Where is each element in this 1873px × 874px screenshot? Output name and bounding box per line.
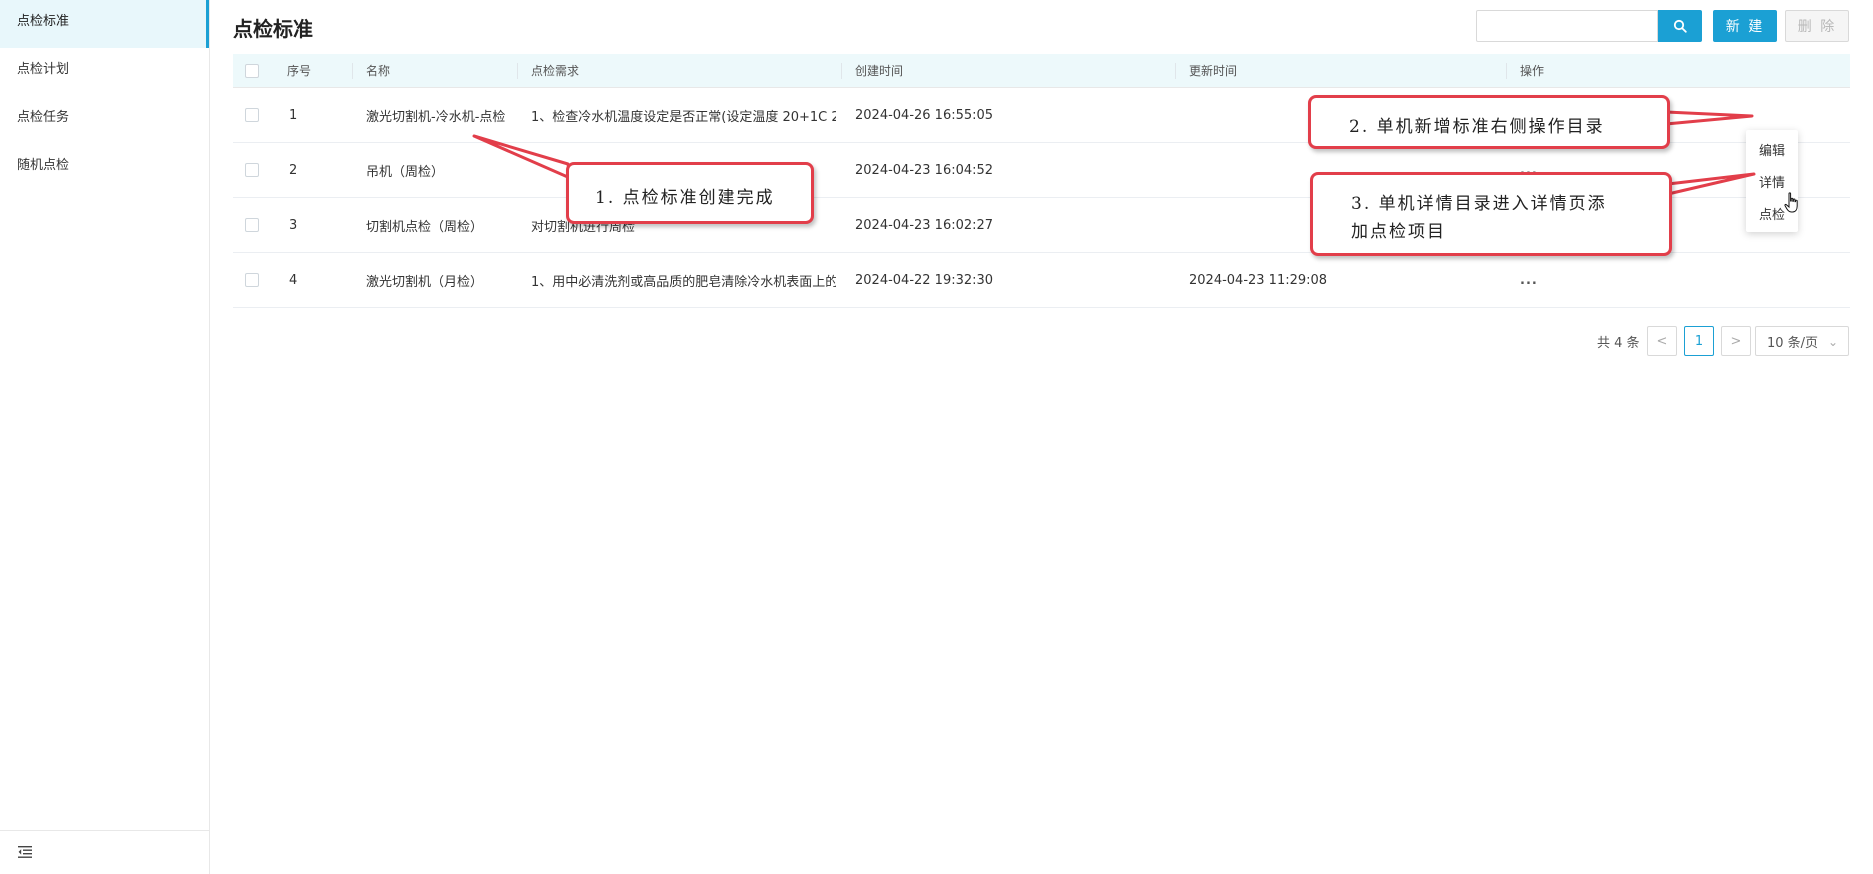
col-updated: 更新时间	[1189, 64, 1238, 78]
page-title: 点检标准	[233, 17, 313, 41]
col-created: 创建时间	[855, 64, 904, 78]
sidebar-item-inspection-standard[interactable]: 点检标准	[0, 0, 209, 48]
col-requirement: 点检需求	[531, 64, 580, 78]
row-checkbox[interactable]	[245, 163, 259, 177]
hand-cursor-icon	[1784, 192, 1798, 213]
callout-3-text-line1: 3. 单机详情目录进入详情页添	[1351, 194, 1607, 214]
row-created: 2024-04-23 16:02:27	[855, 217, 994, 233]
annotation-callout-1: 1. 点检标准创建完成	[566, 162, 814, 224]
row-index: 1	[289, 107, 298, 123]
menu-collapse-icon[interactable]	[18, 845, 32, 859]
row-checkbox[interactable]	[245, 218, 259, 232]
callout-2-text: 2. 单机新增标准右侧操作目录	[1349, 117, 1605, 137]
row-name: 切割机点检（周检）	[366, 219, 484, 235]
col-index: 序号	[287, 64, 312, 78]
app-window: 点检标准 点检计划 点检任务 随机点检 点检标准 新 建 删 除 序号 名称 点…	[0, 0, 1873, 874]
sidebar: 点检标准 点检计划 点检任务 随机点检	[0, 0, 210, 874]
column-divider	[1175, 63, 1176, 79]
sidebar-footer	[0, 830, 209, 874]
row-actions-dropdown: 编辑 详情 点检	[1746, 130, 1798, 232]
select-all-cell	[245, 54, 259, 87]
menu-item-edit[interactable]: 编辑	[1746, 133, 1798, 165]
row-name: 激光切割机-冷水机-点检	[366, 109, 506, 125]
callout-1-text: 1. 点检标准创建完成	[595, 188, 775, 208]
table-row: 4 激光切割机（月检） 1、用中必清洗剂或高品质的肥皂清除冷水机表面上的污...…	[233, 253, 1850, 308]
row-updated: 2024-04-23 11:29:08	[1189, 272, 1328, 288]
row-index: 2	[289, 162, 298, 178]
row-requirement: 1、检查冷水机温度设定是否正常(设定温度 20+1C 2、检...	[531, 109, 836, 125]
column-divider	[1506, 63, 1507, 79]
row-index: 3	[289, 217, 298, 233]
prev-page-button[interactable]: <	[1647, 326, 1677, 356]
chevron-down-icon: ⌄	[1827, 335, 1838, 349]
sidebar-item-inspection-plan[interactable]: 点检计划	[0, 48, 209, 96]
annotation-callout-2: 2. 单机新增标准右侧操作目录	[1308, 95, 1670, 149]
row-index: 4	[289, 272, 298, 288]
search-input[interactable]	[1476, 10, 1658, 42]
col-name: 名称	[366, 64, 391, 78]
page-size-label: 10 条/页	[1767, 335, 1819, 351]
search-button[interactable]	[1658, 10, 1702, 42]
page-size-select[interactable]: 10 条/页 ⌄	[1755, 326, 1849, 356]
pagination-total: 共 4 条	[1597, 336, 1640, 351]
row-actions-menu[interactable]: ...	[1520, 253, 1538, 307]
callout-3-text-line2: 加点检项目	[1351, 222, 1446, 242]
search-icon	[1673, 19, 1687, 33]
row-name: 吊机（周检）	[366, 164, 445, 180]
row-requirement: 1、用中必清洗剂或高品质的肥皂清除冷水机表面上的污...	[531, 274, 836, 290]
annotation-callout-3: 3. 单机详情目录进入详情页添 加点检项目	[1310, 172, 1672, 256]
row-checkbox[interactable]	[245, 273, 259, 287]
sidebar-item-inspection-task[interactable]: 点检任务	[0, 96, 209, 144]
column-divider	[517, 63, 518, 79]
row-name: 激光切割机（月检）	[366, 274, 484, 290]
new-button[interactable]: 新 建	[1713, 10, 1777, 42]
page-1-button[interactable]: 1	[1684, 326, 1714, 356]
row-created: 2024-04-22 19:32:30	[855, 272, 994, 288]
col-ops: 操作	[1520, 64, 1545, 78]
row-checkbox[interactable]	[245, 108, 259, 122]
column-divider	[352, 63, 353, 79]
row-created: 2024-04-26 16:55:05	[855, 107, 994, 123]
sidebar-item-random-inspection[interactable]: 随机点检	[0, 144, 209, 192]
pagination: 共 4 条 < 1 > 10 条/页 ⌄	[233, 314, 1850, 374]
delete-button[interactable]: 删 除	[1785, 10, 1849, 42]
row-created: 2024-04-23 16:04:52	[855, 162, 994, 178]
next-page-button[interactable]: >	[1721, 326, 1751, 356]
column-divider	[841, 63, 842, 79]
table-header: 序号 名称 点检需求 创建时间 更新时间 操作	[233, 54, 1850, 88]
select-all-checkbox[interactable]	[245, 63, 259, 78]
